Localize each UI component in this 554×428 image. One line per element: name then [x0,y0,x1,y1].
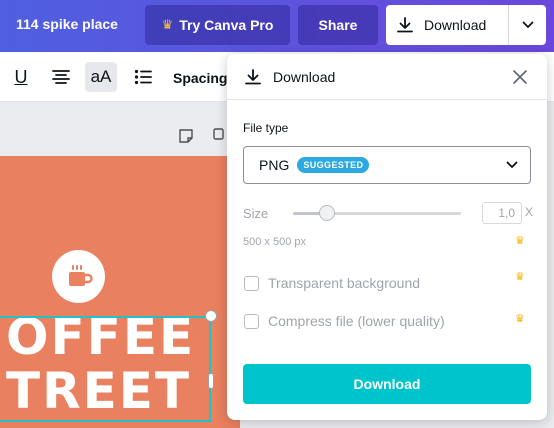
top-bar: 114 spike place ♛ Try Canva Pro Share Do… [0,0,554,52]
spacing-button[interactable]: Spacing [173,70,227,86]
try-canva-pro-button[interactable]: ♛ Try Canva Pro [145,5,290,45]
crown-icon: ♛ [515,235,525,247]
download-button-label: Download [424,17,487,33]
file-type-label: File type [243,121,289,135]
download-icon [245,69,261,85]
list-icon [134,69,152,85]
coffee-cup-icon [68,264,93,286]
compress-file-option[interactable]: Compress file (lower quality) [244,313,445,329]
crown-icon: ♛ [515,313,525,325]
resize-handle[interactable] [205,310,217,322]
logo-circle[interactable] [52,250,105,303]
underline-icon: U [14,66,28,87]
share-button[interactable]: Share [298,5,378,45]
size-slider[interactable] [293,205,461,221]
underline-button[interactable]: U [5,62,37,92]
dimensions-text: 500 x 500 px [243,236,306,248]
size-label: Size [243,206,269,221]
duplicate-icon[interactable] [213,128,227,144]
transparent-background-label: Transparent background [268,275,421,291]
download-options-toggle[interactable] [509,5,546,45]
download-submit-button[interactable]: Download [243,364,531,404]
compress-file-label: Compress file (lower quality) [268,313,445,329]
size-multiplier-suffix: X [525,205,534,219]
file-type-value: PNG [259,157,290,173]
align-button[interactable] [45,62,77,92]
size-input[interactable]: 1,0 [482,202,522,224]
transparent-background-checkbox[interactable] [244,275,259,291]
crown-icon: ♛ [161,17,174,32]
size-slider-thumb[interactable] [318,205,335,221]
transparent-background-option[interactable]: Transparent background [244,275,420,291]
text-case-button[interactable]: aA [85,62,117,92]
compress-file-checkbox[interactable] [244,313,259,329]
chevron-down-icon [522,21,533,28]
document-title[interactable]: 114 spike place [16,16,118,32]
text-case-icon: aA [90,67,112,86]
list-button[interactable] [127,62,159,92]
download-icon [397,17,413,33]
try-canva-pro-label: Try Canva Pro [179,17,274,33]
file-type-select[interactable]: PNG SUGGESTED [243,146,531,184]
download-button[interactable]: Download [386,5,508,45]
side-resize-handle[interactable] [208,373,214,389]
close-icon[interactable] [511,68,529,86]
download-panel: Download File type PNG SUGGESTED Size 1,… [227,54,547,420]
crown-icon: ♛ [515,271,525,283]
suggested-badge: SUGGESTED [297,157,370,173]
design-page[interactable]: OFFEE TREET [0,156,240,428]
download-button-group: Download [386,5,546,45]
note-icon[interactable] [178,128,194,144]
panel-header: Download [227,54,547,100]
chevron-down-icon [506,161,518,168]
align-icon [52,70,70,84]
panel-title: Download [273,69,336,85]
selection-box [0,316,211,422]
